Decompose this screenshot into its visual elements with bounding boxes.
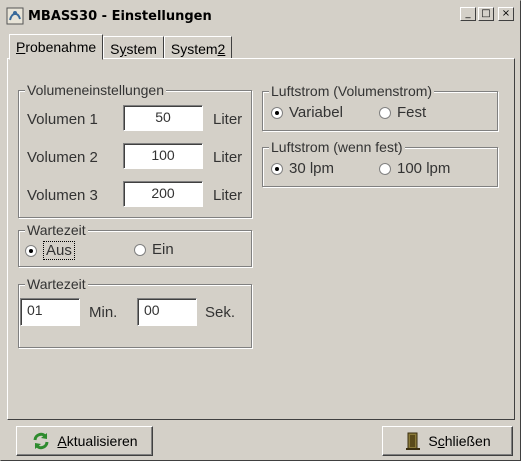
tab-panel-probenahme: Volumeneinstellungen Volumen 1 50 Liter … bbox=[7, 58, 515, 420]
wait-off-radio[interactable]: Aus bbox=[25, 241, 75, 260]
wait-seconds-input[interactable]: 00 bbox=[137, 298, 197, 326]
window-title: MBASS30 - Einstellungen bbox=[28, 8, 212, 24]
refresh-icon bbox=[33, 432, 49, 450]
close-button-label: Schließen bbox=[428, 433, 491, 449]
airflow-mode-group: Luftstrom (Volumenstrom) Variabel Fest bbox=[262, 82, 498, 131]
group-legend: Wartezeit bbox=[25, 275, 88, 293]
radio-indicator bbox=[379, 162, 391, 175]
airflow-fixed-radio[interactable]: Fest bbox=[379, 104, 426, 121]
tab-system[interactable]: System bbox=[103, 36, 164, 59]
volume-2-unit: Liter bbox=[213, 149, 243, 166]
close-button[interactable]: Schließen bbox=[382, 426, 513, 456]
title-bar[interactable]: MBASS30 - Einstellungen _ □ × bbox=[3, 3, 518, 29]
app-icon bbox=[6, 7, 24, 25]
close-window-button[interactable]: × bbox=[498, 7, 514, 21]
tab-probenahme[interactable]: Probenahme bbox=[9, 34, 104, 60]
radio-indicator bbox=[25, 244, 37, 257]
settings-window: MBASS30 - Einstellungen _ □ × Probenahme… bbox=[0, 0, 521, 461]
volume-3-unit: Liter bbox=[213, 187, 243, 204]
airflow-100lpm-radio[interactable]: 100 lpm bbox=[379, 160, 450, 177]
wait-minutes-input[interactable]: 01 bbox=[20, 298, 80, 326]
volume-2-label: Volumen 2 bbox=[27, 149, 98, 166]
radio-label: 30 lpm bbox=[289, 160, 335, 177]
minutes-unit: Min. bbox=[89, 304, 118, 321]
radio-label: 100 lpm bbox=[397, 160, 451, 177]
radio-label: Fest bbox=[397, 104, 427, 121]
tab-label-rest: stem bbox=[126, 41, 157, 57]
radio-indicator bbox=[134, 243, 146, 256]
group-legend: Volumeneinstellungen bbox=[25, 81, 166, 99]
airflow-variable-radio[interactable]: Variabel bbox=[271, 104, 343, 121]
volume-settings-group: Volumeneinstellungen Volumen 1 50 Liter … bbox=[18, 81, 252, 218]
group-legend: Wartezeit bbox=[25, 221, 88, 239]
minimize-icon: _ bbox=[465, 8, 471, 19]
tab-system2[interactable]: System2 bbox=[163, 36, 233, 59]
tab-accel: 2 bbox=[217, 41, 226, 57]
group-legend: Luftstrom (Volumenstrom) bbox=[269, 82, 435, 100]
maximize-button[interactable]: □ bbox=[478, 7, 494, 21]
tab-label-pre: S bbox=[110, 41, 120, 57]
wait-on-radio[interactable]: Ein bbox=[134, 241, 174, 258]
tab-accel: P bbox=[16, 39, 26, 55]
airflow-30lpm-radio[interactable]: 30 lpm bbox=[271, 160, 334, 177]
tab-accel: y bbox=[119, 41, 127, 57]
door-exit-icon bbox=[406, 432, 421, 450]
minimize-button[interactable]: _ bbox=[460, 7, 476, 21]
maximize-icon: □ bbox=[481, 8, 491, 19]
group-legend: Luftstrom (wenn fest) bbox=[269, 138, 405, 156]
refresh-button-label: Aktualisieren bbox=[57, 433, 138, 449]
radio-label: Aus bbox=[43, 241, 75, 260]
volume-3-label: Volumen 3 bbox=[27, 187, 98, 204]
wait-time-group: Wartezeit 01 Min. 00 Sek. bbox=[18, 275, 252, 348]
airflow-fixed-group: Luftstrom (wenn fest) 30 lpm 100 lpm bbox=[262, 138, 498, 187]
refresh-button[interactable]: Aktualisieren bbox=[16, 426, 153, 456]
volume-1-unit: Liter bbox=[213, 111, 243, 128]
volume-2-input[interactable]: 100 bbox=[123, 143, 203, 169]
tab-bar: Probenahme System System2 bbox=[9, 33, 233, 60]
radio-label: Ein bbox=[152, 241, 174, 258]
radio-indicator bbox=[271, 106, 283, 119]
volume-3-input[interactable]: 200 bbox=[123, 181, 203, 207]
tab-label-pre: System bbox=[170, 41, 218, 57]
close-icon: × bbox=[501, 8, 511, 19]
volume-1-input[interactable]: 50 bbox=[123, 105, 203, 131]
radio-indicator bbox=[271, 162, 283, 175]
radio-label: Variabel bbox=[289, 104, 343, 121]
wait-toggle-group: Wartezeit Aus Ein bbox=[18, 221, 252, 267]
radio-indicator bbox=[379, 106, 391, 119]
window-controls: _ □ × bbox=[460, 7, 514, 21]
volume-1-label: Volumen 1 bbox=[27, 111, 98, 128]
seconds-unit: Sek. bbox=[205, 304, 236, 321]
tab-label-rest: robenahme bbox=[25, 39, 97, 55]
